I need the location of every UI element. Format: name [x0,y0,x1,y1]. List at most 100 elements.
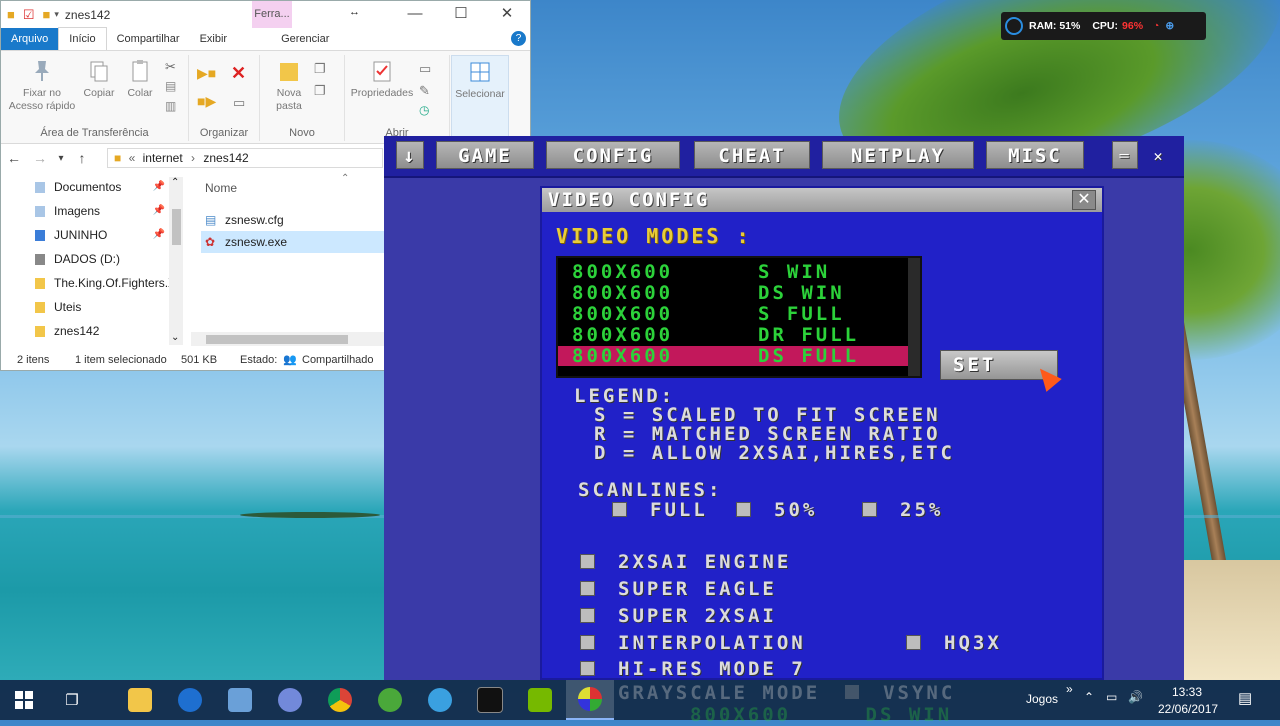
volume-icon[interactable]: 🔊 [1128,690,1143,704]
quick-access-folder-icon[interactable]: ■ [43,7,51,22]
tab-inicio[interactable]: Início [58,27,107,50]
taskbar-bubbles-app[interactable] [416,680,464,720]
menu-game[interactable]: GAME [436,141,534,169]
clock-date[interactable]: 22/06/2017 [1158,702,1218,716]
recent-dropdown-icon[interactable]: ▾ [53,153,69,164]
taskbar-discord[interactable] [266,680,314,720]
nav-item-imagens[interactable]: Imagens 📌 [1,199,183,223]
up-arrow-icon[interactable]: ↑ [69,150,95,166]
menu-cheat[interactable]: CHEAT [694,141,810,169]
file-list-hscroll-thumb[interactable] [206,335,348,344]
video-mode-row[interactable]: 800X600 DR FULL [558,325,908,345]
zsnes-minimize-button[interactable]: ═ [1112,141,1138,169]
rename-icon[interactable]: ▭ [233,95,245,111]
tab-arquivo[interactable]: Arquivo [1,28,59,50]
toolbar-expand-icon[interactable]: » [1066,682,1073,696]
taskbar-utorrent[interactable] [366,680,414,720]
paste-shortcut-icon[interactable]: ▥ [165,99,176,113]
interpolation-checkbox[interactable] [580,635,595,650]
clock-time[interactable]: 13:33 [1172,685,1202,699]
open-icon[interactable]: ▭ [419,61,431,77]
add-widget-icon[interactable]: ⊕ [1165,20,1174,32]
help-icon[interactable]: ? [511,31,526,46]
select-button[interactable]: Selecionar [454,60,506,101]
taskbar-zsnes[interactable] [566,680,614,720]
pin-icon[interactable]: 📌 [153,175,165,199]
nav-item-uteis[interactable]: Uteis [1,295,183,319]
tab-compartilhar[interactable]: Compartilhar [107,28,190,50]
pin-icon[interactable]: 📌 [153,199,165,223]
breadcrumb[interactable]: ■ « internet › znes142 [107,148,383,168]
scanlines-full-checkbox[interactable] [612,502,627,517]
sort-chevron-icon[interactable]: ⌃ [341,173,349,184]
dialog-titlebar[interactable]: VIDEO CONFIG ✕ [542,188,1102,212]
menu-down-arrow-button[interactable]: ↓ [396,141,424,169]
super-eagle-checkbox[interactable] [580,581,595,596]
video-mode-row[interactable]: 800X600 S FULL [558,304,908,324]
new-folder-button[interactable]: Nova pasta [266,59,312,113]
super-2xsai-checkbox[interactable] [580,608,595,623]
cut-icon[interactable]: ✂ [165,59,176,75]
delete-icon[interactable]: ✕ [231,63,246,84]
new-item-icon[interactable]: ❐ [314,61,326,77]
quick-access-checkbox-icon[interactable]: ☑ [23,7,35,23]
history-icon[interactable]: ◷ [419,103,429,117]
system-monitor-widget[interactable]: RAM: 51% CPU: 96% ◔ ⊕ [1001,12,1206,40]
taskbar-ccleaner[interactable] [166,680,214,720]
taskbar-terminal[interactable] [466,680,514,720]
breadcrumb-znes142[interactable]: znes142 [203,151,248,165]
nav-item-dados[interactable]: DADOS (D:) [1,247,183,271]
menu-misc[interactable]: MISC [986,141,1084,169]
nav-item-juninho[interactable]: JUNINHO 📌 [1,223,183,247]
notifications-icon[interactable]: ▤ [1238,689,1252,707]
file-item-cfg[interactable]: ▤ zsnesw.cfg [201,209,385,231]
maximize-button[interactable]: ☐ [438,1,484,28]
minimize-button[interactable]: — [392,1,438,28]
back-arrow-icon[interactable]: ← [1,150,27,166]
scanlines-25-checkbox[interactable] [862,502,877,517]
breadcrumb-internet[interactable]: internet [143,151,183,165]
menu-netplay[interactable]: NETPLAY [822,141,974,169]
pin-quick-access-button[interactable]: Fixar no Acesso rápido [7,59,77,113]
forward-arrow-icon[interactable]: → [27,150,53,166]
dialog-close-button[interactable]: ✕ [1072,190,1096,210]
taskbar-chrome[interactable] [316,680,364,720]
speedometer-icon[interactable]: ◔ [1153,20,1159,32]
video-mode-row-selected[interactable]: 800X600 DS FULL [558,346,908,366]
easy-access-icon[interactable]: ❐ [314,83,326,99]
copy-path-icon[interactable]: ▤ [165,79,176,93]
video-modes-scrollbar[interactable] [908,258,920,376]
tab-gerenciar[interactable]: Gerenciar [271,28,339,50]
file-item-exe[interactable]: ✿ zsnesw.exe [201,231,408,253]
properties-button[interactable]: Propriedades [347,59,417,100]
2xsai-engine-checkbox[interactable] [580,554,595,569]
taskbar-file-explorer[interactable] [116,680,164,720]
action-center-monitor-icon[interactable]: ▭ [1106,690,1117,704]
quick-access-dropdown-icon[interactable]: ▾ [54,9,59,20]
hq3x-checkbox[interactable] [906,635,921,650]
edit-icon[interactable]: ✎ [419,83,430,99]
nav-item-kof[interactable]: The.King.Of.Fighters.X [1,271,183,295]
zsnes-close-button[interactable]: ✕ [1146,141,1172,169]
copy-button[interactable]: Copiar [79,59,119,100]
scanlines-50-checkbox[interactable] [736,502,751,517]
breadcrumb-overflow[interactable]: « [129,151,136,165]
nav-item-documentos[interactable]: Documentos 📌 [1,175,183,199]
video-mode-row[interactable]: 800X600 DS WIN [558,283,908,303]
video-modes-list[interactable]: 800X600 S WIN 800X600 DS WIN 800X600 S FULL… [556,256,922,378]
move-to-icon[interactable]: ▶■ [197,65,216,82]
taskbar-nvidia[interactable] [516,680,564,720]
scroll-down-icon[interactable]: ⌄ [171,332,179,343]
close-button[interactable]: ✕ [484,1,530,28]
pin-icon[interactable]: 📌 [153,223,165,247]
video-mode-row[interactable]: 800X600 S WIN [558,262,908,282]
scroll-up-icon[interactable]: ⌃ [171,177,179,188]
hires-mode7-checkbox[interactable] [580,661,595,676]
menu-config[interactable]: CONFIG [546,141,680,169]
copy-to-icon[interactable]: ■▶ [197,93,216,110]
nav-scrollbar[interactable]: ⌃ ⌄ [169,177,183,345]
tab-exibir[interactable]: Exibir [190,28,238,50]
paste-button[interactable]: Colar [121,59,159,100]
nav-item-znes142[interactable]: znes142 [1,319,183,343]
jogos-toolbar[interactable]: Jogos [1026,692,1058,706]
